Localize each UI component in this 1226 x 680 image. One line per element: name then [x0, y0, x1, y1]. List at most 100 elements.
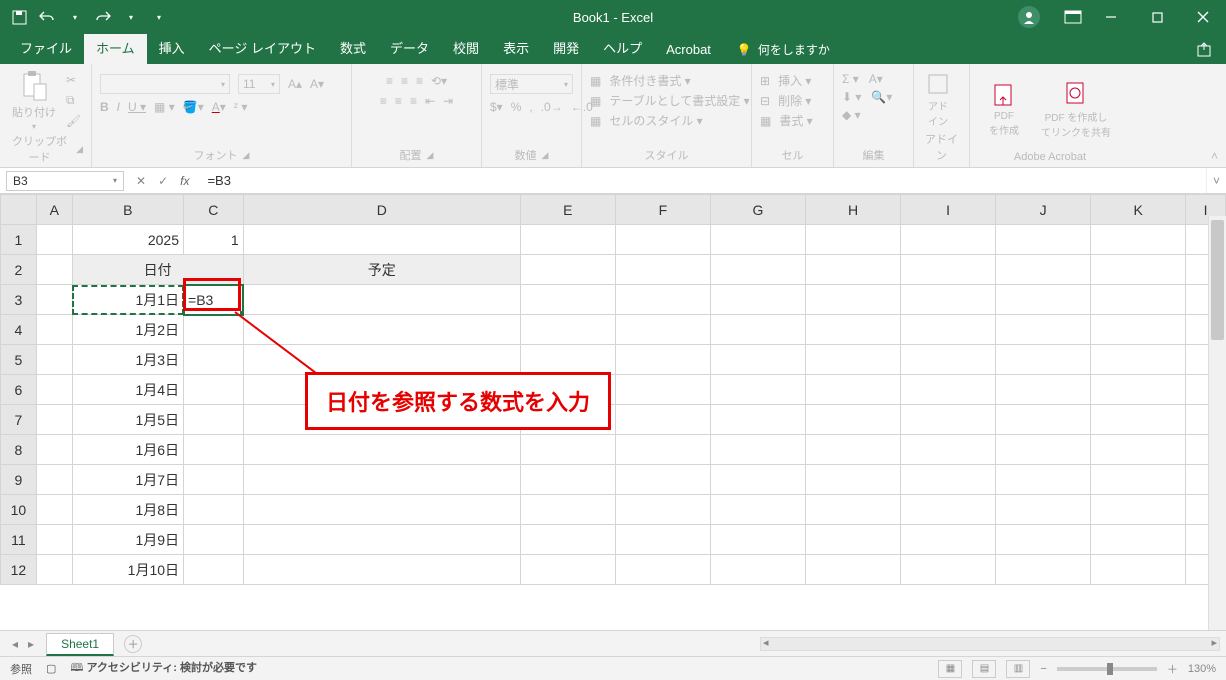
tab-acrobat[interactable]: Acrobat: [654, 36, 723, 64]
row-header-5[interactable]: 5: [1, 345, 37, 375]
number-dialog-launcher[interactable]: ◢: [542, 150, 549, 161]
col-header-C[interactable]: C: [184, 195, 244, 225]
format-cells-button[interactable]: ▦ 書式 ▾: [760, 112, 813, 129]
row-header-8[interactable]: 8: [1, 435, 37, 465]
align-center-icon[interactable]: ≡: [395, 94, 402, 108]
horizontal-scrollbar[interactable]: [760, 637, 1220, 651]
col-header-G[interactable]: G: [710, 195, 805, 225]
pdf-create-button[interactable]: PDF を作成: [985, 81, 1023, 139]
tab-formulas[interactable]: 数式: [328, 32, 378, 64]
conditional-format-button[interactable]: ▦ 条件付き書式 ▾: [590, 72, 691, 89]
fill-button[interactable]: ⬇ ▾ 🔍▾: [842, 90, 892, 104]
autosum-button[interactable]: Σ ▾ A▾: [842, 72, 883, 86]
name-box[interactable]: B3▾: [6, 171, 124, 191]
close-button[interactable]: [1180, 0, 1226, 34]
sheet-nav-prev-icon[interactable]: ◂: [12, 637, 18, 651]
increase-decimal-icon[interactable]: .0→: [541, 100, 563, 114]
comma-format-icon[interactable]: ,: [529, 100, 532, 114]
insert-cells-button[interactable]: ⊞ 挿入 ▾: [760, 72, 811, 89]
col-header-H[interactable]: H: [806, 195, 901, 225]
cell-B11[interactable]: 1月9日: [72, 525, 183, 555]
cancel-formula-icon[interactable]: ✕: [136, 174, 146, 188]
delete-cells-button[interactable]: ⊟ 削除 ▾: [760, 92, 811, 109]
macro-record-icon[interactable]: ▢: [46, 662, 56, 675]
qat-customize-icon[interactable]: ▾: [150, 8, 168, 26]
cell-styles-button[interactable]: ▦ セルのスタイル ▾: [590, 112, 703, 129]
col-header-E[interactable]: E: [520, 195, 615, 225]
redo-dropdown-icon[interactable]: ▾: [122, 8, 140, 26]
cell-A3[interactable]: [36, 285, 72, 315]
save-icon[interactable]: [10, 8, 28, 26]
collapse-ribbon-icon[interactable]: ˄: [1211, 149, 1218, 163]
cell-B9[interactable]: 1月7日: [72, 465, 183, 495]
clipboard-dialog-launcher[interactable]: ◢: [76, 144, 83, 155]
align-top-icon[interactable]: ≡: [386, 74, 393, 88]
sheet-nav-next-icon[interactable]: ▸: [28, 637, 34, 651]
undo-dropdown-icon[interactable]: ▾: [66, 8, 84, 26]
fill-color-button[interactable]: 🪣▾: [183, 100, 204, 114]
row-header-11[interactable]: 11: [1, 525, 37, 555]
cell-B2[interactable]: 日付: [72, 255, 243, 285]
phonetic-button[interactable]: ᶻ ▾: [234, 100, 248, 114]
cell-B12[interactable]: 1月10日: [72, 555, 183, 585]
format-as-table-button[interactable]: ▦ テーブルとして書式設定 ▾: [590, 92, 750, 109]
tab-help[interactable]: ヘルプ: [591, 32, 654, 64]
bold-button[interactable]: B: [100, 100, 109, 114]
row-header-1[interactable]: 1: [1, 225, 37, 255]
tab-developer[interactable]: 開発: [541, 32, 591, 64]
row-header-3[interactable]: 3: [1, 285, 37, 315]
col-header-F[interactable]: F: [615, 195, 710, 225]
indent-inc-icon[interactable]: ⇥: [443, 94, 453, 108]
cut-icon[interactable]: ✂: [66, 73, 81, 87]
italic-button[interactable]: I: [117, 100, 120, 114]
pdf-share-button[interactable]: PDF を作成し てリンクを共有: [1037, 79, 1115, 141]
orientation-icon[interactable]: ⟲▾: [431, 74, 447, 88]
expand-formula-bar-icon[interactable]: ˅: [1206, 168, 1226, 193]
sheet-tab-sheet1[interactable]: Sheet1: [46, 633, 114, 656]
font-size-combo[interactable]: 11▾: [238, 74, 280, 94]
col-header-D[interactable]: D: [243, 195, 520, 225]
tab-insert[interactable]: 挿入: [147, 32, 197, 64]
alignment-dialog-launcher[interactable]: ◢: [427, 150, 434, 161]
row-header-4[interactable]: 4: [1, 315, 37, 345]
cell-B6[interactable]: 1月4日: [72, 375, 183, 405]
grow-font-icon[interactable]: A▴: [288, 77, 302, 91]
addins-button[interactable]: アド イン: [922, 70, 954, 130]
cell-A1[interactable]: [36, 225, 72, 255]
col-header-B[interactable]: B: [72, 195, 183, 225]
col-header-I[interactable]: I: [901, 195, 996, 225]
cell-B8[interactable]: 1月6日: [72, 435, 183, 465]
font-color-button[interactable]: A▾: [212, 100, 226, 114]
cell-B7[interactable]: 1月5日: [72, 405, 183, 435]
number-format-combo[interactable]: 標準▾: [490, 74, 573, 94]
tell-me-search[interactable]: 💡 何をしますか: [737, 41, 830, 64]
undo-icon[interactable]: [38, 8, 56, 26]
zoom-level[interactable]: 130%: [1188, 663, 1216, 675]
col-header-J[interactable]: J: [996, 195, 1091, 225]
borders-button[interactable]: ▦ ▾: [154, 100, 175, 114]
cell-D2[interactable]: 予定: [243, 255, 520, 285]
percent-format-icon[interactable]: %: [511, 100, 522, 114]
cell-B3[interactable]: 1月1日: [72, 285, 183, 315]
page-break-view-button[interactable]: ▥: [1006, 660, 1030, 678]
tab-file[interactable]: ファイル: [8, 32, 84, 64]
cell-B10[interactable]: 1月8日: [72, 495, 183, 525]
align-bottom-icon[interactable]: ≡: [416, 74, 423, 88]
indent-dec-icon[interactable]: ⇤: [425, 94, 435, 108]
align-left-icon[interactable]: ≡: [380, 94, 387, 108]
maximize-button[interactable]: [1134, 0, 1180, 34]
row-header-7[interactable]: 7: [1, 405, 37, 435]
enter-formula-icon[interactable]: ✓: [158, 174, 168, 188]
clear-button[interactable]: ◆ ▾: [842, 108, 861, 122]
share-button[interactable]: [1182, 36, 1226, 64]
select-all-button[interactable]: [1, 195, 37, 225]
align-right-icon[interactable]: ≡: [410, 94, 417, 108]
underline-button[interactable]: U ▾: [128, 100, 146, 114]
row-header-12[interactable]: 12: [1, 555, 37, 585]
format-painter-icon[interactable]: 🖌: [66, 114, 81, 128]
account-icon[interactable]: [1018, 6, 1040, 28]
paste-button[interactable]: 貼り付け ▾: [8, 68, 60, 133]
col-header-A[interactable]: A: [36, 195, 72, 225]
page-layout-view-button[interactable]: ▤: [972, 660, 996, 678]
zoom-out-button[interactable]: −: [1040, 663, 1046, 675]
